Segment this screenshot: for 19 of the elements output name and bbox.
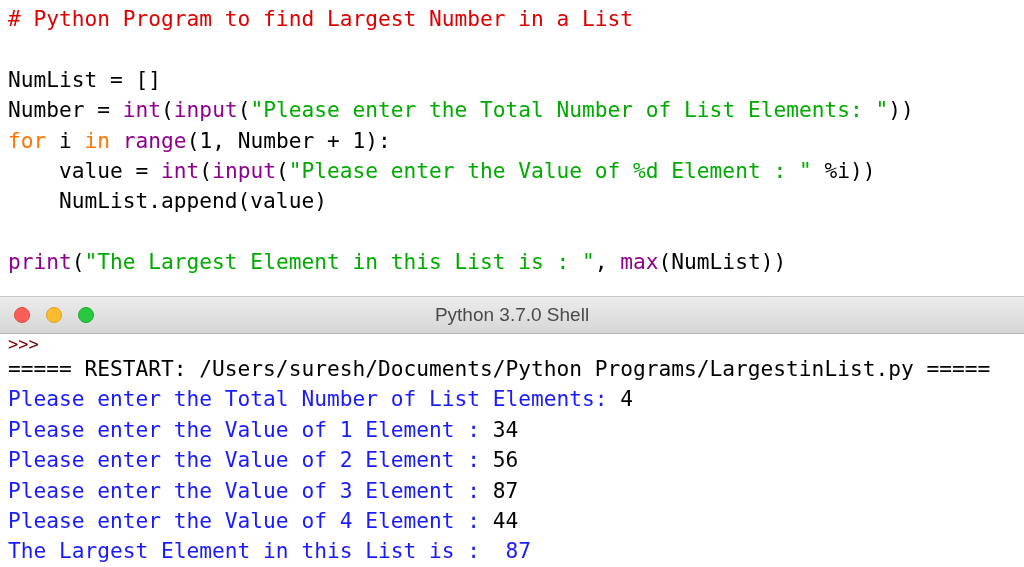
shell-line: The Largest Element in this List is : 87 — [8, 537, 531, 566]
code-line: value = int(input("Please enter the Value of %d Element : " %i)) — [58, 156, 876, 185]
code-line: NumList = [] — [8, 65, 162, 94]
shell-line: Please enter the Value of 2 Element : 56 — [8, 446, 519, 475]
zoom-icon[interactable] — [78, 307, 94, 323]
shell-prompt: >>> — [8, 334, 39, 354]
code-line: NumList.append(value) — [58, 187, 327, 216]
code-line: # Python Program to find Largest Number in a List — [8, 5, 634, 33]
close-icon[interactable] — [14, 307, 30, 323]
code-line: Number = int(input("Please enter the Total Number of List Elements: ")) — [8, 96, 914, 125]
shell-line: Please enter the Value of 4 Element : 44 — [8, 506, 519, 535]
code-line: for i in range(1, Number + 1): — [8, 126, 391, 155]
shell-line: Please enter the Total Number of List Elements: 4 — [8, 385, 634, 414]
restart-line: ===== RESTART: /Users/suresh/Documents/Python Programs/LargestinList.py ===== — [8, 355, 991, 383]
shell-line: Please enter the Value of 1 Element : 34 — [8, 415, 519, 444]
window-title: Python 3.7.0 Shell — [434, 304, 590, 326]
shell-line: Please enter the Value of 3 Element : 87 — [8, 476, 519, 505]
minimize-icon[interactable] — [46, 307, 62, 323]
code-line: print("The Largest Element in this List is : ", max(NumList)) — [8, 248, 787, 277]
